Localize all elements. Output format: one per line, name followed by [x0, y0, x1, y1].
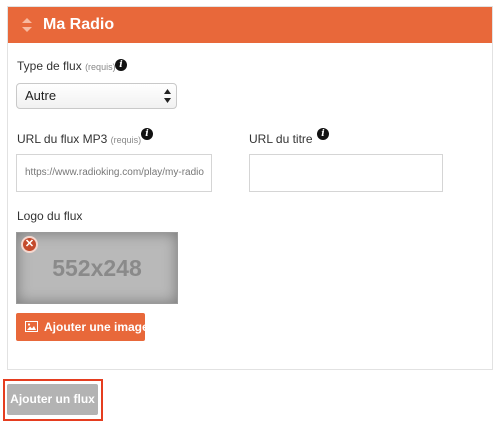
title-url-label: URL du titre	[249, 132, 313, 146]
stream-type-required: (requis)	[85, 62, 116, 72]
sort-icon	[22, 18, 32, 32]
stream-type-select[interactable]: Autre	[16, 83, 177, 109]
title-url-input[interactable]	[249, 154, 443, 192]
info-icon[interactable]: i	[115, 59, 127, 71]
panel-title: Ma Radio	[43, 16, 115, 33]
logo-placeholder-text: 552x248	[52, 255, 142, 281]
mp3-url-input[interactable]: https://www.radioking.com/play/my-radio	[16, 154, 212, 192]
add-stream-button[interactable]: Ajouter un flux	[7, 384, 98, 415]
stream-type-label: Type de flux (requis)	[17, 59, 116, 74]
image-icon	[25, 321, 38, 332]
mp3-url-required: (requis)	[110, 135, 142, 145]
logo-label-text: Logo du flux	[17, 209, 83, 223]
stream-type-label-text: Type de flux	[17, 59, 82, 73]
mp3-url-label: URL du flux MP3 (requis)	[17, 132, 141, 147]
add-stream-label: Ajouter un flux	[10, 392, 95, 406]
select-arrows-icon	[164, 89, 171, 103]
add-image-button[interactable]: Ajouter une image	[16, 313, 149, 341]
info-icon[interactable]: i	[317, 128, 329, 140]
remove-icon[interactable]: ✕	[21, 236, 38, 253]
logo-label: Logo du flux	[17, 209, 82, 223]
stream-type-selected-value: Autre	[25, 88, 57, 103]
panel-header[interactable]: Ma Radio	[8, 7, 492, 43]
info-icon[interactable]: i	[141, 128, 153, 140]
logo-preview: 552x248	[16, 232, 178, 304]
mp3-url-value: https://www.radioking.com/play/my-radio	[25, 167, 204, 178]
mp3-url-label-text: URL du flux MP3	[17, 132, 108, 146]
add-image-label: Ajouter une image	[44, 320, 149, 334]
title-url-label-text: URL du titre	[249, 132, 313, 146]
